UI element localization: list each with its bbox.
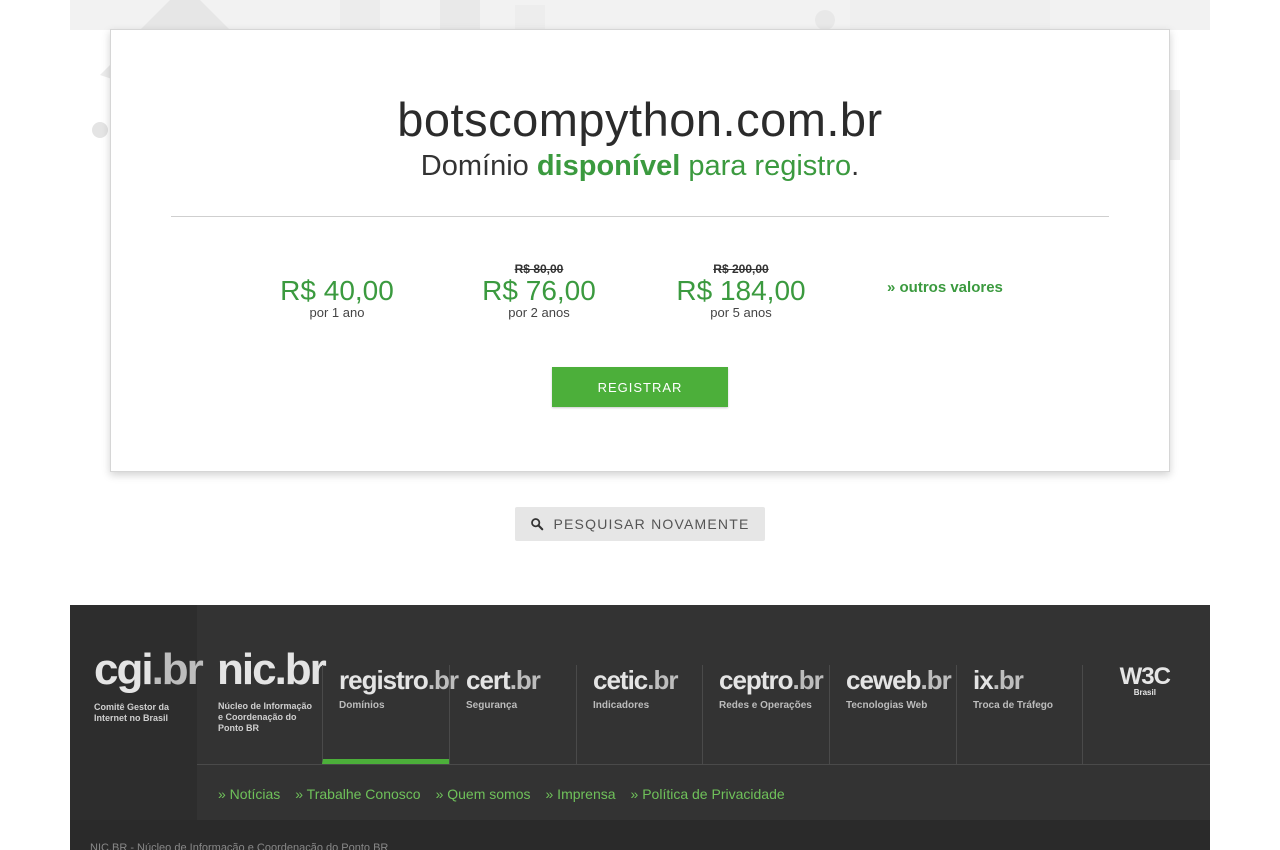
old-price: R$ 80,00 bbox=[514, 262, 564, 276]
search-again-button[interactable]: PESQUISAR NOVAMENTE bbox=[515, 507, 765, 541]
tile-logo-suffix: .br bbox=[992, 665, 1024, 695]
price-amount: R$ 76,00 bbox=[482, 275, 596, 306]
price-2-years[interactable]: R$ 80,00 R$ 76,00 por 2 anos bbox=[449, 262, 629, 320]
footer-link-imprensa[interactable]: » Imprensa bbox=[546, 786, 616, 802]
availability-end: . bbox=[851, 150, 860, 182]
nic-logo-text: nic bbox=[217, 645, 277, 694]
footer-link-trabalhe-conosco[interactable]: » Trabalhe Conosco bbox=[295, 786, 420, 802]
w3c-logo[interactable]: W3C Brasil bbox=[1119, 663, 1171, 697]
price-period: por 5 anos bbox=[710, 305, 772, 320]
footer-link-privacidade[interactable]: » Política de Privacidade bbox=[631, 786, 785, 802]
tile-logo-suffix: .br bbox=[647, 665, 678, 695]
price-amount: R$ 184,00 bbox=[676, 275, 806, 306]
availability-word: disponível bbox=[536, 150, 681, 182]
domain-name: botscompython.com.br bbox=[397, 93, 883, 146]
divider bbox=[171, 216, 1109, 217]
tile-logo: ix bbox=[973, 665, 994, 695]
tile-logo: ceptro bbox=[719, 665, 793, 695]
search-icon bbox=[531, 518, 544, 531]
price-1-year[interactable]: R$ 40,00 por 1 ano bbox=[247, 262, 427, 320]
cgi-caption: Comitê Gestor da Internet no Brasil bbox=[94, 702, 170, 723]
tile-caption: Redes e Operações bbox=[719, 700, 812, 711]
old-price: R$ 200,00 bbox=[713, 262, 769, 276]
nic-caption: Núcleo de Informação e Coordenação do Po… bbox=[218, 701, 313, 733]
result-card: botscompython.com.br Domínio disponível … bbox=[110, 29, 1170, 472]
tile-logo-suffix: .br bbox=[509, 665, 541, 695]
tile-cert[interactable]: cert.br Segurança bbox=[449, 665, 576, 764]
footer-bottom-bar: NIC.BR - Núcleo de Informação e Coordena… bbox=[70, 820, 1210, 850]
tile-ceptro[interactable]: ceptro.br Redes e Operações bbox=[702, 665, 829, 764]
footer-divider bbox=[197, 764, 1210, 765]
nic-logo-suffix: .br bbox=[274, 645, 327, 694]
tile-logo: registro bbox=[339, 665, 429, 695]
tile-ix[interactable]: ix.br Troca de Tráfego bbox=[956, 665, 1083, 764]
cgi-logo-text: cgi bbox=[94, 645, 154, 694]
tile-logo: cert bbox=[466, 665, 511, 695]
cgi-logo[interactable]: cgi.br Comitê Gestor da Internet no Bras… bbox=[70, 605, 204, 820]
tile-logo-suffix: .br bbox=[792, 665, 823, 695]
other-values-link[interactable]: » outros valores bbox=[887, 279, 1003, 296]
old-price bbox=[247, 262, 427, 276]
footer-links: » Notícias » Trabalhe Conosco » Quem som… bbox=[218, 786, 785, 802]
price-5-years[interactable]: R$ 200,00 R$ 184,00 por 5 anos bbox=[651, 262, 831, 320]
availability-prefix: Domínio bbox=[420, 150, 537, 182]
availability-text: Domínio disponível para registro. bbox=[111, 150, 1169, 183]
tile-caption: Troca de Tráfego bbox=[973, 700, 1054, 711]
nic-logo[interactable]: nic.br Núcleo de Informação e Coordenaçã… bbox=[217, 645, 327, 733]
search-again-label: PESQUISAR NOVAMENTE bbox=[553, 516, 750, 532]
tile-cetic[interactable]: cetic.br Indicadores bbox=[576, 665, 703, 764]
price-period: por 1 ano bbox=[309, 305, 365, 320]
cgi-logo-suffix: .br bbox=[151, 645, 204, 694]
tile-caption: Segurança bbox=[466, 700, 518, 711]
price-amount: R$ 40,00 bbox=[280, 275, 394, 306]
tile-caption: Indicadores bbox=[593, 700, 650, 711]
tile-registro[interactable]: registro.br Domínios bbox=[322, 665, 459, 764]
footer-link-noticias[interactable]: » Notícias bbox=[218, 786, 280, 802]
footer-bottom-text: NIC.BR - Núcleo de Informação e Coordena… bbox=[90, 842, 389, 850]
tile-logo: ceweb bbox=[846, 665, 921, 695]
register-button[interactable]: REGISTRAR bbox=[552, 367, 728, 407]
tile-logo-suffix: .br bbox=[920, 665, 952, 695]
availability-suffix: para registro bbox=[680, 150, 852, 182]
tile-caption: Domínios bbox=[339, 700, 385, 711]
footer-link-quem-somos[interactable]: » Quem somos bbox=[436, 786, 531, 802]
price-period: por 2 anos bbox=[508, 305, 570, 320]
tile-logo: cetic bbox=[593, 665, 648, 695]
w3c-logo-text: W3C bbox=[1119, 663, 1171, 690]
footer: cgi.br Comitê Gestor da Internet no Bras… bbox=[70, 605, 1210, 850]
tile-ceweb[interactable]: ceweb.br Tecnologias Web bbox=[829, 665, 956, 764]
tile-caption: Tecnologias Web bbox=[846, 700, 928, 711]
